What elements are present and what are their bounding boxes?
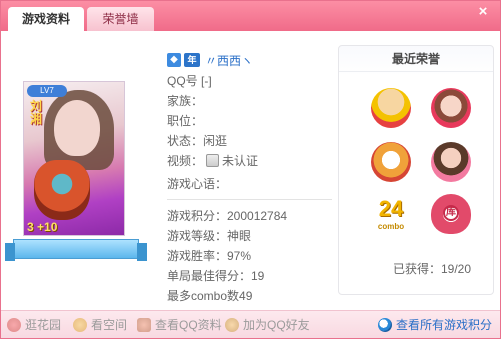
max-combo: 最多combo数49 — [167, 289, 253, 303]
close-button[interactable]: × — [474, 3, 492, 21]
game-score: 游戏积分：200012784 — [167, 209, 288, 223]
pet-name: 刘 湘 — [30, 99, 43, 126]
profile-window: 游戏资料 荣誉墙 × LV7 刘 湘 3 +10 ◆ 年 〃西西ヽ QQ号 [-… — [0, 0, 501, 339]
win-rate: 游戏胜率：97% — [167, 249, 252, 263]
video-status: 未认证 — [222, 154, 259, 168]
camera-icon — [206, 154, 220, 167]
divider — [167, 199, 332, 200]
honors-obtained-count: 已获得：19/20 — [392, 262, 471, 276]
pet-character-icon — [34, 160, 90, 220]
view-all-scores-label: 查看所有游戏积分 — [395, 318, 492, 332]
pet-level-text: 3 +10 — [27, 220, 58, 234]
honor-badge-rocket-icon[interactable] — [371, 142, 411, 182]
badge-24-number: 24 — [378, 196, 404, 221]
title-bar: 游戏资料 荣誉墙 × — [1, 1, 500, 31]
view-space-button[interactable]: 看空间 — [73, 317, 127, 333]
honor-badge-boy-icon[interactable] — [371, 88, 411, 128]
honor-badge-ring-icon[interactable]: 库 — [431, 194, 471, 234]
honor-badge-24-combo-icon[interactable]: 24 combo — [369, 194, 413, 234]
year-icon: 年 — [184, 53, 200, 67]
avatar-ribbon — [5, 239, 147, 261]
magnifier-icon — [377, 318, 392, 332]
recent-honors-panel: 最近荣誉 24 combo 库 已获得：19/20 — [338, 45, 494, 295]
tab-game-info[interactable]: 游戏资料 — [8, 7, 84, 31]
visit-garden-label: 逛花园 — [25, 318, 62, 332]
best-score: 单局最佳得分：19 — [167, 269, 265, 283]
badge-ring-char: 库 — [443, 205, 459, 221]
honors-title: 最近荣誉 — [339, 46, 493, 72]
star-icon — [73, 318, 87, 332]
profile-info: ◆ 年 〃西西ヽ QQ号 [-] 家族： 职位： 状态：闲逛 视频： 未认证 游戏… — [167, 51, 332, 306]
honor-badge-heart-girl-icon[interactable] — [431, 88, 471, 128]
avatar-face — [54, 100, 100, 156]
view-all-scores-button[interactable]: 查看所有游戏积分 — [377, 317, 492, 333]
status-field: 状态：闲逛 — [167, 134, 228, 148]
position-field: 职位： — [167, 114, 204, 128]
qq-number: QQ号 [-] — [167, 74, 212, 88]
visit-garden-button[interactable]: 逛花园 — [7, 317, 61, 333]
tab-honor-wall[interactable]: 荣誉墙 — [87, 7, 154, 31]
motto-field: 游戏心语： — [167, 177, 228, 191]
level-badge: LV7 — [27, 85, 67, 97]
avatar-card: LV7 刘 湘 3 +10 — [23, 81, 125, 236]
view-qq-profile-label: 查看QQ资料 — [155, 318, 222, 332]
profile-card-icon — [137, 318, 151, 332]
family-field: 家族： — [167, 94, 204, 108]
view-space-label: 看空间 — [91, 318, 128, 332]
video-field: 视频： 未认证 — [167, 151, 332, 171]
add-friend-icon — [225, 318, 239, 332]
name-row: ◆ 年 〃西西ヽ — [167, 51, 332, 69]
nickname[interactable]: 〃西西ヽ — [205, 52, 253, 69]
add-qq-friend-button[interactable]: 加为QQ好友 — [225, 317, 310, 333]
flower-icon — [7, 318, 21, 332]
video-label: 视频： — [167, 154, 204, 168]
honor-badge-girl-icon[interactable] — [431, 142, 471, 182]
bottom-toolbar: 逛花园 看空间 查看QQ资料 加为QQ好友 查看所有游戏积分 — [1, 310, 500, 338]
diamond-icon: ◆ — [167, 53, 181, 67]
badge-24-sub: combo — [377, 222, 405, 231]
add-qq-friend-label: 加为QQ好友 — [243, 318, 310, 332]
view-qq-profile-button[interactable]: 查看QQ资料 — [137, 317, 222, 333]
game-level: 游戏等级：神眼 — [167, 229, 252, 243]
